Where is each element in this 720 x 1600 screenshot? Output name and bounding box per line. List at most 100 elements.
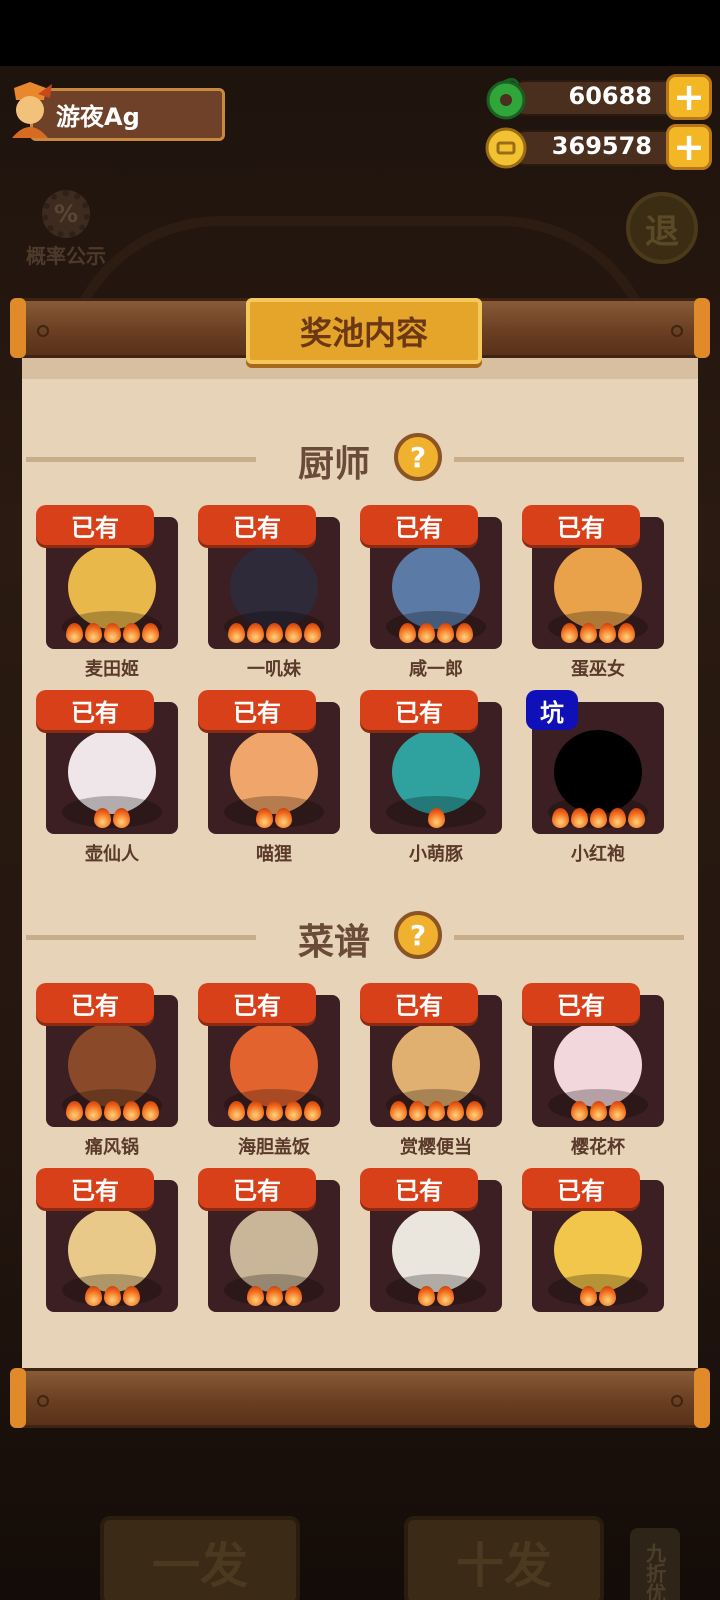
probability-label: 概率公示 — [26, 244, 106, 268]
player-avatar-icon[interactable] — [4, 80, 56, 140]
flame-star-icon — [103, 623, 121, 643]
pool-card[interactable]: 已有 — [198, 1168, 340, 1358]
discount-badge: 九折优惠 — [630, 1528, 680, 1600]
card-name: 一叽妹 — [247, 659, 301, 680]
flame-star-icon — [246, 623, 264, 643]
star-rating — [208, 1101, 340, 1121]
pool-card[interactable]: 已有 赏樱便当 — [360, 983, 502, 1173]
panel-title: 奖池内容 — [246, 298, 482, 364]
pool-card[interactable]: 已有 痛风锅 — [36, 983, 178, 1173]
flame-star-icon — [265, 1101, 283, 1121]
star-rating — [532, 623, 664, 643]
pool-card[interactable]: 已有樱花杯 — [522, 983, 664, 1173]
flame-star-icon — [618, 623, 635, 643]
recipe-help-icon[interactable]: ? — [394, 911, 442, 959]
flame-star-icon — [589, 1101, 607, 1121]
flame-star-icon — [94, 808, 111, 828]
flame-star-icon — [580, 623, 597, 643]
flame-star-icon — [246, 1286, 264, 1306]
pool-card[interactable]: 已有 喵狸 — [198, 690, 340, 880]
probability-button: % 概率公示 — [18, 190, 114, 270]
chef-section-title: 厨师 — [298, 444, 371, 485]
jade-value: 60688 — [568, 82, 653, 110]
pool-card[interactable]: 已有 壶仙人 — [36, 690, 178, 880]
ownership-tag: 已有 — [360, 505, 478, 545]
star-rating — [208, 623, 340, 643]
flame-star-icon — [399, 623, 416, 643]
rod-end-right — [694, 298, 710, 358]
star-rating — [532, 1286, 664, 1306]
star-rating — [46, 1101, 178, 1121]
pool-content-panel[interactable]: 厨师 ? 已有 麦田姬 已有 一叽妹 已有 咸一郎 已有 蛋巫女 已有 壶仙人 已有 喵狸 已有 小萌豚坑… — [22, 357, 698, 1397]
flame-star-icon — [408, 1101, 426, 1121]
pool-card[interactable]: 已有 麦田姬 — [36, 505, 178, 695]
card-name: 喵狸 — [256, 844, 292, 865]
ownership-tag: 坑 — [526, 690, 578, 730]
card-name: 小萌豚 — [409, 844, 463, 865]
ownership-tag: 已有 — [522, 983, 640, 1023]
card-name: 小红袍 — [571, 844, 625, 865]
divider-right — [454, 935, 684, 940]
ownership-tag: 已有 — [198, 505, 316, 545]
ownership-tag: 已有 — [36, 505, 154, 545]
pool-card[interactable]: 已有 — [360, 1168, 502, 1358]
star-rating — [370, 1101, 502, 1121]
flame-star-icon — [608, 808, 626, 828]
pool-card[interactable]: 已有 — [36, 1168, 178, 1358]
pool-card[interactable]: 已有 — [522, 1168, 664, 1358]
add-jade-button[interactable]: + — [666, 74, 712, 120]
flame-star-icon — [284, 623, 302, 643]
pool-card[interactable]: 已有 海胆盖饭 — [198, 983, 340, 1173]
star-rating — [208, 808, 340, 828]
pool-card[interactable]: 已有小萌豚 — [360, 690, 502, 880]
flame-star-icon — [570, 1101, 588, 1121]
gold-coin-icon — [485, 127, 527, 169]
recipe-section-title: 菜谱 — [298, 922, 371, 963]
card-name: 咸一郎 — [409, 659, 463, 680]
ownership-tag: 已有 — [360, 690, 478, 730]
ownership-tag: 已有 — [522, 1168, 640, 1208]
pool-card[interactable]: 已有一叽妹 — [198, 505, 340, 695]
star-rating — [532, 1101, 664, 1121]
flame-star-icon — [84, 623, 102, 643]
card-name: 壶仙人 — [85, 844, 139, 865]
flame-star-icon — [599, 1286, 616, 1306]
chef-section-header: 厨师 ? — [22, 429, 698, 489]
recipe-section-header: 菜谱 ? — [22, 907, 698, 967]
flame-star-icon — [446, 1101, 464, 1121]
flame-star-icon — [580, 1286, 597, 1306]
pool-card[interactable]: 已有咸一郎 — [360, 505, 502, 695]
rod-bolt-left — [37, 1395, 49, 1407]
ownership-tag: 已有 — [522, 505, 640, 545]
pool-card[interactable]: 坑小红袍 — [522, 690, 664, 880]
green-jade-icon — [486, 77, 526, 120]
rod-bolt-right — [671, 1395, 683, 1407]
flame-star-icon — [284, 1101, 302, 1121]
flame-star-icon — [65, 1101, 83, 1121]
flame-star-icon — [427, 808, 445, 828]
flame-star-icon — [465, 1101, 483, 1121]
flame-star-icon — [437, 1286, 454, 1306]
flame-star-icon — [84, 1101, 102, 1121]
flame-star-icon — [122, 1286, 140, 1306]
ten-draw-button: 十发 — [404, 1516, 604, 1600]
add-coin-button[interactable]: + — [666, 124, 712, 170]
flame-star-icon — [303, 623, 321, 643]
rod-bolt-right — [671, 325, 683, 337]
flame-star-icon — [418, 623, 435, 643]
scroll-bottom-rod — [10, 1368, 710, 1428]
card-name: 海胆盖饭 — [238, 1137, 310, 1158]
chef-help-icon[interactable]: ? — [394, 433, 442, 481]
flame-star-icon — [551, 808, 569, 828]
flame-star-icon — [265, 623, 283, 643]
card-name: 赏樱便当 — [400, 1137, 472, 1158]
card-name: 蛋巫女 — [571, 659, 625, 680]
flame-star-icon — [246, 1101, 264, 1121]
pool-card[interactable]: 已有蛋巫女 — [522, 505, 664, 695]
flame-star-icon — [418, 1286, 435, 1306]
ownership-tag: 已有 — [198, 1168, 316, 1208]
flame-star-icon — [284, 1286, 302, 1306]
flame-star-icon — [227, 623, 245, 643]
star-rating — [46, 808, 178, 828]
card-name: 樱花杯 — [571, 1137, 625, 1158]
